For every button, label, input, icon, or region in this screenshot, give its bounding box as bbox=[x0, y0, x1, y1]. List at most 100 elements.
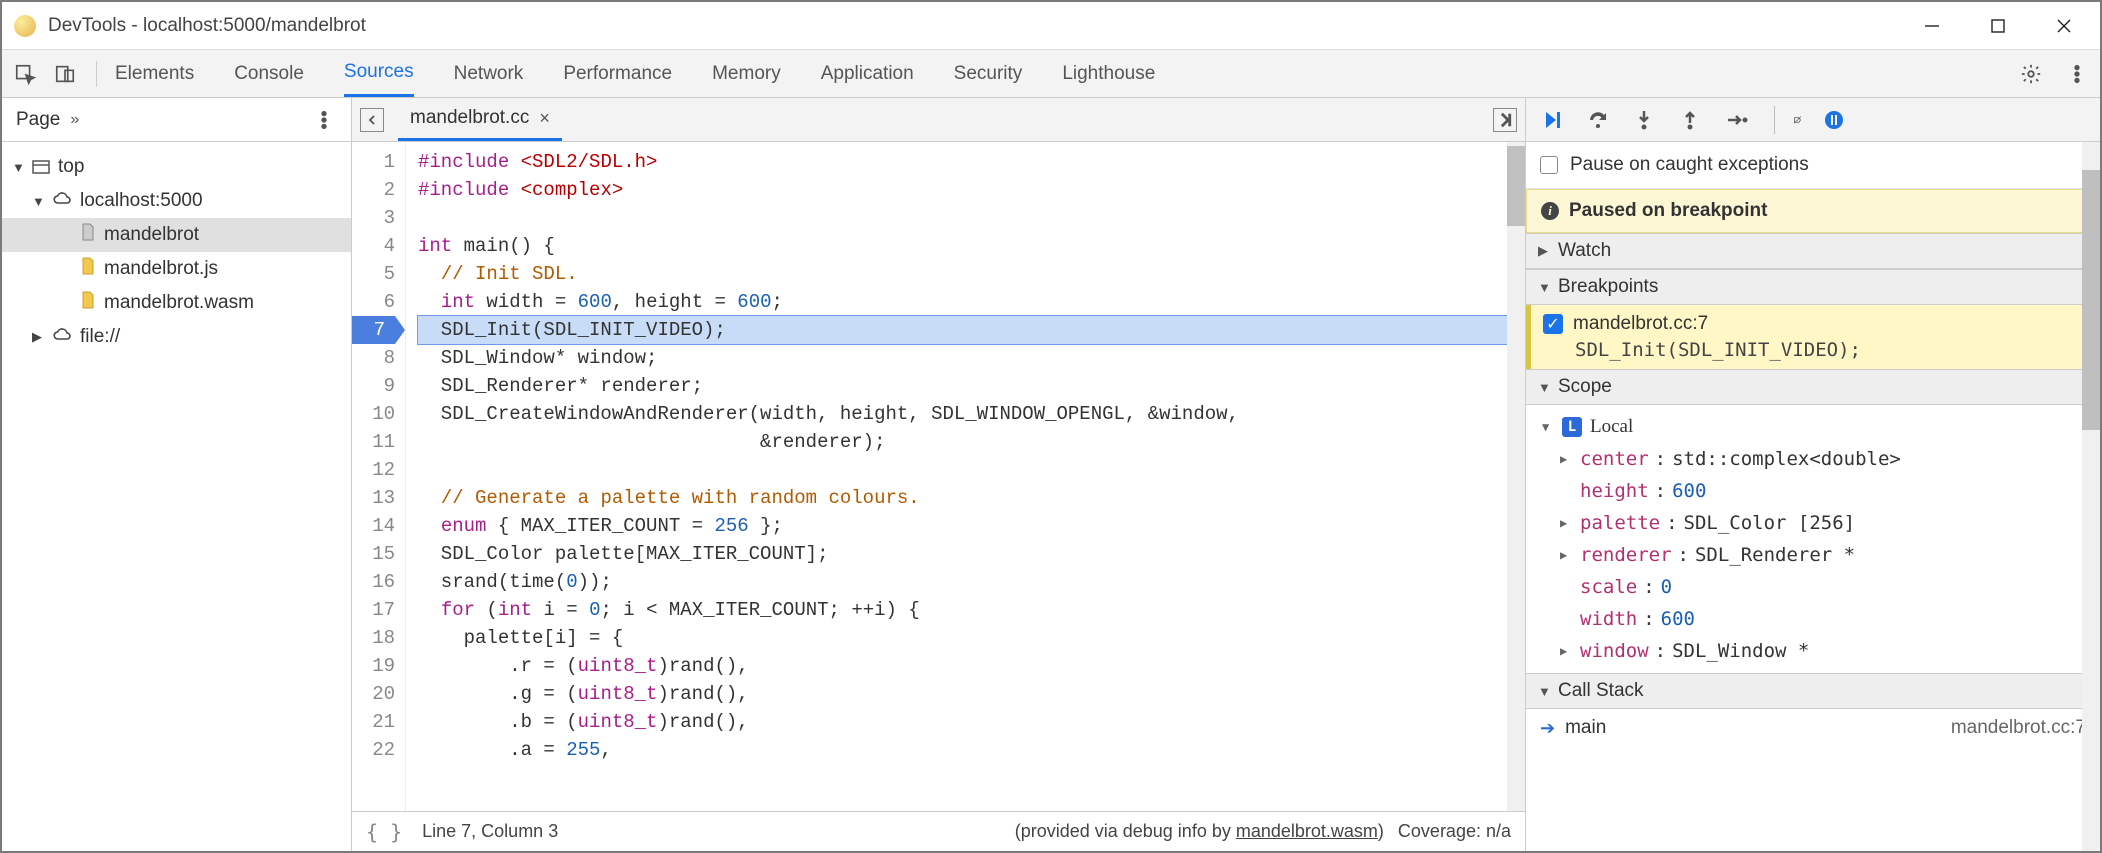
scope-variable[interactable]: height: 600 bbox=[1534, 475, 2092, 507]
tab-application[interactable]: Application bbox=[821, 50, 914, 97]
line-number[interactable]: 2 bbox=[352, 176, 395, 204]
code-line[interactable]: srand(time(0)); bbox=[418, 568, 1507, 596]
line-gutter[interactable]: 12345678910111213141516171819202122 bbox=[352, 142, 406, 811]
line-number[interactable]: 21 bbox=[352, 708, 395, 736]
tab-console[interactable]: Console bbox=[234, 50, 304, 97]
line-number[interactable]: 1 bbox=[352, 148, 395, 176]
chevron-right-icon[interactable]: » bbox=[70, 111, 79, 129]
breakpoints-section-header[interactable]: ▼ Breakpoints bbox=[1526, 269, 2100, 305]
line-number[interactable]: 5 bbox=[352, 260, 395, 288]
more-icon[interactable] bbox=[2064, 61, 2090, 87]
line-number[interactable]: 18 bbox=[352, 624, 395, 652]
code-line[interactable]: // Generate a palette with random colour… bbox=[418, 484, 1507, 512]
line-number[interactable]: 11 bbox=[352, 428, 395, 456]
breakpoint-item[interactable]: ✓ mandelbrot.cc:7 SDL_Init(SDL_INIT_VIDE… bbox=[1526, 305, 2100, 369]
scope-variable[interactable]: ▶center: std::complex<double> bbox=[1534, 443, 2092, 475]
tab-performance[interactable]: Performance bbox=[563, 50, 672, 97]
close-tab-icon[interactable]: × bbox=[539, 108, 550, 129]
code-line[interactable] bbox=[418, 456, 1507, 484]
line-number[interactable]: 20 bbox=[352, 680, 395, 708]
callstack-section-header[interactable]: ▼ Call Stack bbox=[1526, 673, 2100, 709]
line-number[interactable]: 15 bbox=[352, 540, 395, 568]
scope-variable[interactable]: ▶window: SDL_Window * bbox=[1534, 635, 2092, 667]
scope-variable[interactable]: width: 600 bbox=[1534, 603, 2092, 635]
tab-elements[interactable]: Elements bbox=[115, 50, 194, 97]
tree-file-scheme[interactable]: ▶ file:// bbox=[2, 320, 351, 354]
line-number[interactable]: 6 bbox=[352, 288, 395, 316]
code-line[interactable]: .a = 255, bbox=[418, 736, 1507, 764]
watch-section-header[interactable]: ▶ Watch bbox=[1526, 233, 2100, 269]
line-number[interactable]: 3 bbox=[352, 204, 395, 232]
editor-scrollbar[interactable] bbox=[1507, 142, 1525, 811]
pretty-print-icon[interactable]: { } bbox=[366, 820, 402, 844]
tab-lighthouse[interactable]: Lighthouse bbox=[1062, 50, 1155, 97]
code-line[interactable]: // Init SDL. bbox=[418, 260, 1507, 288]
step-button[interactable] bbox=[1722, 106, 1750, 134]
checkbox-checked[interactable]: ✓ bbox=[1543, 314, 1563, 334]
settings-icon[interactable] bbox=[2018, 61, 2044, 87]
scope-section-header[interactable]: ▼ Scope bbox=[1526, 369, 2100, 405]
debug-scrollbar[interactable] bbox=[2082, 142, 2100, 851]
pause-on-caught-row[interactable]: Pause on caught exceptions bbox=[1526, 142, 2100, 189]
code-line[interactable]: #include <complex> bbox=[418, 176, 1507, 204]
line-number[interactable]: 4 bbox=[352, 232, 395, 260]
step-into-button[interactable] bbox=[1630, 106, 1658, 134]
code-line[interactable]: .r = (uint8_t)rand(), bbox=[418, 652, 1507, 680]
scope-variable[interactable]: ▶renderer: SDL_Renderer * bbox=[1534, 539, 2092, 571]
line-number[interactable]: 8 bbox=[352, 344, 395, 372]
code-line[interactable]: for (int i = 0; i < MAX_ITER_COUNT; ++i)… bbox=[418, 596, 1507, 624]
code-line[interactable]: .g = (uint8_t)rand(), bbox=[418, 680, 1507, 708]
checkbox-unchecked[interactable] bbox=[1540, 156, 1558, 174]
provided-link[interactable]: mandelbrot.wasm bbox=[1236, 821, 1378, 841]
deactivate-breakpoints-button[interactable] bbox=[1774, 106, 1802, 134]
line-number[interactable]: 7 bbox=[352, 316, 395, 344]
code-line[interactable]: SDL_Renderer* renderer; bbox=[418, 372, 1507, 400]
code-line[interactable]: #include <SDL2/SDL.h> bbox=[418, 148, 1507, 176]
code-line[interactable] bbox=[418, 204, 1507, 232]
toggle-navigator-button[interactable] bbox=[360, 108, 384, 132]
code-line[interactable]: int main() { bbox=[418, 232, 1507, 260]
tab-network[interactable]: Network bbox=[454, 50, 524, 97]
pause-exceptions-button[interactable] bbox=[1820, 106, 1848, 134]
code-line[interactable]: &renderer); bbox=[418, 428, 1507, 456]
step-out-button[interactable] bbox=[1676, 106, 1704, 134]
scope-local-header[interactable]: ▼ L Local bbox=[1534, 411, 2092, 443]
navigator-pane-label[interactable]: Page bbox=[16, 109, 60, 131]
minimize-button[interactable] bbox=[1922, 16, 1942, 36]
code-line[interactable]: SDL_Init(SDL_INIT_VIDEO); bbox=[418, 316, 1507, 344]
scope-variable[interactable]: ▶palette: SDL_Color [256] bbox=[1534, 507, 2092, 539]
tab-security[interactable]: Security bbox=[954, 50, 1023, 97]
tab-memory[interactable]: Memory bbox=[712, 50, 781, 97]
line-number[interactable]: 19 bbox=[352, 652, 395, 680]
scrollbar-thumb[interactable] bbox=[2082, 170, 2100, 430]
step-over-button[interactable] bbox=[1584, 106, 1612, 134]
tree-top-frame[interactable]: ▼ top bbox=[2, 150, 351, 184]
inspect-element-icon[interactable] bbox=[12, 61, 38, 87]
code-content[interactable]: #include <SDL2/SDL.h>#include <complex> i… bbox=[406, 142, 1507, 811]
maximize-button[interactable] bbox=[1988, 16, 2008, 36]
line-number[interactable]: 22 bbox=[352, 736, 395, 764]
code-line[interactable]: SDL_CreateWindowAndRenderer(width, heigh… bbox=[418, 400, 1507, 428]
tree-file-mandelbrot[interactable]: mandelbrot bbox=[2, 218, 351, 252]
tree-host[interactable]: ▼ localhost:5000 bbox=[2, 184, 351, 218]
code-area[interactable]: 12345678910111213141516171819202122 #inc… bbox=[352, 142, 1525, 811]
code-line[interactable]: SDL_Window* window; bbox=[418, 344, 1507, 372]
toggle-debugger-button[interactable] bbox=[1493, 108, 1517, 132]
tab-sources[interactable]: Sources bbox=[344, 50, 414, 97]
navigator-more-icon[interactable] bbox=[311, 107, 337, 133]
code-line[interactable]: enum { MAX_ITER_COUNT = 256 }; bbox=[418, 512, 1507, 540]
line-number[interactable]: 17 bbox=[352, 596, 395, 624]
callstack-frame[interactable]: ➔ main mandelbrot.cc:7 bbox=[1526, 709, 2100, 747]
code-line[interactable]: SDL_Color palette[MAX_ITER_COUNT]; bbox=[418, 540, 1507, 568]
resume-button[interactable] bbox=[1538, 106, 1566, 134]
code-line[interactable]: int width = 600, height = 600; bbox=[418, 288, 1507, 316]
scope-variable[interactable]: scale: 0 bbox=[1534, 571, 2092, 603]
file-tab-mandelbrot-cc[interactable]: mandelbrot.cc × bbox=[398, 98, 562, 141]
line-number[interactable]: 16 bbox=[352, 568, 395, 596]
code-line[interactable]: palette[i] = { bbox=[418, 624, 1507, 652]
device-toolbar-icon[interactable] bbox=[52, 61, 78, 87]
line-number[interactable]: 13 bbox=[352, 484, 395, 512]
line-number[interactable]: 14 bbox=[352, 512, 395, 540]
line-number[interactable]: 10 bbox=[352, 400, 395, 428]
scrollbar-thumb[interactable] bbox=[1507, 146, 1525, 226]
